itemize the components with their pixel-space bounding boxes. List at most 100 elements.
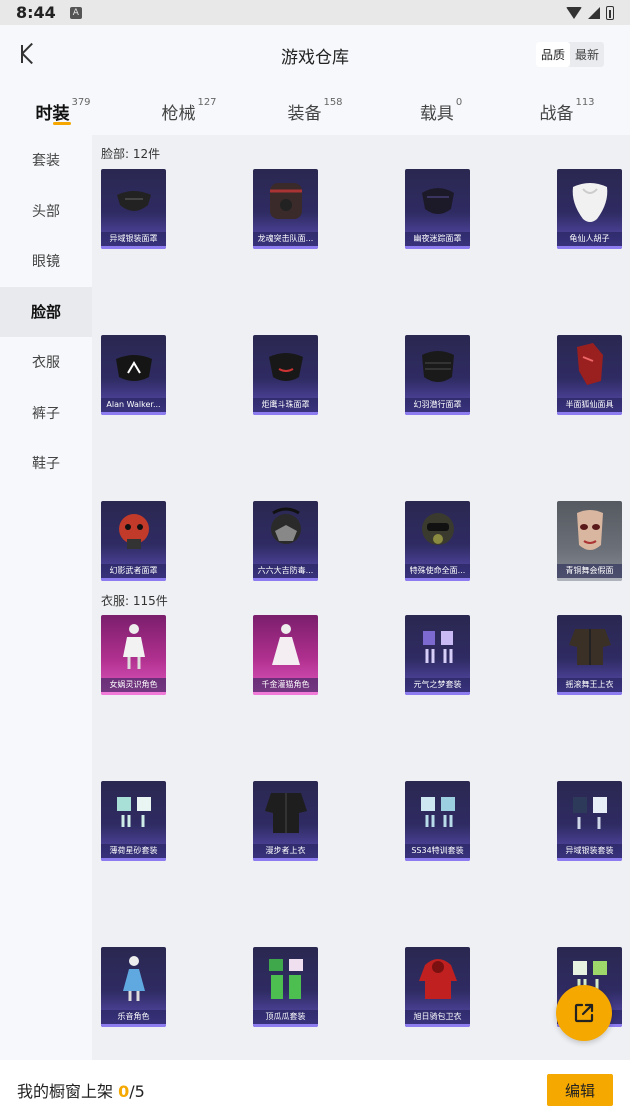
category-tabs: 时装 379 枪械 127 装备 158 载具 0 战备 113 xyxy=(0,85,630,135)
showcase-total-count: 5 xyxy=(134,1082,145,1101)
item-card[interactable]: 摇滚舞王上衣 xyxy=(557,615,622,695)
tab-equipment[interactable]: 装备 158 xyxy=(252,85,378,135)
rarity-edge xyxy=(405,858,470,861)
item-name: 女娲灵识角色 xyxy=(101,678,166,692)
item-card[interactable]: 青铜舞会假面 xyxy=(557,501,622,581)
tab-guns[interactable]: 枪械 127 xyxy=(126,85,252,135)
item-card[interactable]: SS34特训套装 xyxy=(405,781,470,861)
section-title-face: 脸部: 12件 xyxy=(101,147,161,161)
rarity-edge xyxy=(405,578,470,581)
item-card[interactable]: Alan Walker... xyxy=(101,335,166,415)
item-grid: 脸部: 12件 衣服: 115件 异域银装面罩 龙魂突击队面... 幽夜迷踪面罩 龟仙… xyxy=(92,135,630,1060)
rarity-edge xyxy=(101,692,166,695)
white-beard-icon xyxy=(572,183,608,222)
item-name: 旭日骑包卫衣 xyxy=(405,1010,470,1024)
tab-count: 127 xyxy=(197,97,217,108)
sidebar-item-pants[interactable]: 裤子 xyxy=(0,388,92,439)
tab-label: 时装 xyxy=(35,104,70,124)
mint-outfit-icon xyxy=(117,797,151,827)
status-time: 8:44 xyxy=(16,3,56,22)
rarity-edge xyxy=(405,246,470,249)
tab-vehicles[interactable]: 载具 0 xyxy=(378,85,504,135)
wifi-icon xyxy=(566,6,582,19)
item-name: Alan Walker... xyxy=(101,398,166,412)
sort-newest-button[interactable]: 最新 xyxy=(570,42,604,67)
share-button[interactable] xyxy=(556,985,612,1041)
sidebar-item-shoes[interactable]: 鞋子 xyxy=(0,438,92,489)
item-card[interactable]: 炬鹰斗珠面罩 xyxy=(253,335,318,415)
item-name: 六六大吉防毒... xyxy=(253,564,318,578)
sort-quality-button[interactable]: 品质 xyxy=(535,42,570,67)
item-name: 薄荷星砂套装 xyxy=(101,844,166,858)
item-name: 千金灌猫角色 xyxy=(253,678,318,692)
sidebar-item-head[interactable]: 头部 xyxy=(0,186,92,237)
item-card[interactable]: 女娲灵识角色 xyxy=(101,615,166,695)
notification-a-icon: A xyxy=(69,6,82,19)
item-card[interactable]: 异域银装套装 xyxy=(557,781,622,861)
dark-ninja-mask-icon xyxy=(422,188,454,214)
rarity-edge xyxy=(405,692,470,695)
item-card[interactable]: 幻羽潜行面罩 xyxy=(405,335,470,415)
rarity-edge xyxy=(557,692,622,695)
item-card[interactable]: 龟仙人胡子 xyxy=(557,169,622,249)
page-title: 游戏仓库 xyxy=(281,47,349,68)
item-name: 乐音角色 xyxy=(101,1010,166,1024)
red-fox-mask-icon xyxy=(577,343,603,385)
item-name: 漫步者上衣 xyxy=(253,844,318,858)
item-name: 龟仙人胡子 xyxy=(557,232,622,246)
helmet-mask-icon xyxy=(422,513,454,545)
item-name: 特殊使命全面... xyxy=(405,564,470,578)
rarity-edge xyxy=(253,246,318,249)
item-card[interactable]: 顶瓜瓜套装 xyxy=(253,947,318,1027)
item-card[interactable]: 薄荷星砂套装 xyxy=(101,781,166,861)
item-card[interactable]: 旭日骑包卫衣 xyxy=(405,947,470,1027)
gas-mask-icon xyxy=(271,507,301,544)
tab-count: 0 xyxy=(455,97,463,108)
status-bar: 8:44 A xyxy=(0,0,630,25)
item-card[interactable]: 千金灌猫角色 xyxy=(253,615,318,695)
tab-fashion[interactable]: 时装 379 xyxy=(0,85,126,135)
rarity-edge xyxy=(253,1024,318,1027)
item-name: 异域银装面罩 xyxy=(101,232,166,246)
rarity-edge xyxy=(253,692,318,695)
item-card[interactable]: 幻影武者面罩 xyxy=(101,501,166,581)
rarity-edge xyxy=(253,412,318,415)
back-icon[interactable] xyxy=(18,43,40,65)
tab-count: 158 xyxy=(323,97,343,108)
item-name: 炬鹰斗珠面罩 xyxy=(253,398,318,412)
tab-battle-gear[interactable]: 战备 113 xyxy=(504,85,630,135)
item-card[interactable]: 龙魂突击队面... xyxy=(253,169,318,249)
item-name: 幻影武者面罩 xyxy=(101,564,166,578)
sidebar-item-glasses[interactable]: 眼镜 xyxy=(0,236,92,287)
tab-label: 载具 xyxy=(419,104,454,124)
item-card[interactable]: 半面狐仙面具 xyxy=(557,335,622,415)
subcategory-sidebar: 套装 头部 眼镜 脸部 衣服 裤子 鞋子 xyxy=(0,135,92,1060)
masquerade-mask-icon xyxy=(577,510,603,550)
item-card[interactable]: 元气之梦套装 xyxy=(405,615,470,695)
item-name: 幽夜迷踪面罩 xyxy=(405,232,470,246)
black-cloth-mask-icon xyxy=(422,351,454,382)
rarity-edge xyxy=(101,1024,166,1027)
showcase-current-count: 0 xyxy=(118,1082,130,1101)
item-card[interactable]: 乐音角色 xyxy=(101,947,166,1027)
sidebar-item-suit[interactable]: 套装 xyxy=(0,135,92,186)
edit-button[interactable]: 编辑 xyxy=(547,1074,613,1106)
rarity-edge xyxy=(557,578,622,581)
blue-dress-character-icon xyxy=(123,956,145,1001)
white-character-icon xyxy=(123,624,145,669)
item-name: 幻羽潜行面罩 xyxy=(405,398,470,412)
item-card[interactable]: 特殊使命全面... xyxy=(405,501,470,581)
item-card[interactable]: 异域银装面罩 xyxy=(101,169,166,249)
tab-label: 装备 xyxy=(287,104,322,124)
tab-label: 战备 xyxy=(539,104,574,124)
rarity-edge xyxy=(405,412,470,415)
item-card[interactable]: 幽夜迷踪面罩 xyxy=(405,169,470,249)
tab-active-indicator xyxy=(53,122,71,125)
sidebar-item-clothes[interactable]: 衣服 xyxy=(0,337,92,388)
sidebar-item-face[interactable]: 脸部 xyxy=(0,286,92,337)
tab-count: 113 xyxy=(575,97,595,108)
item-card[interactable]: 漫步者上衣 xyxy=(253,781,318,861)
purple-outfit-icon xyxy=(423,631,453,663)
rarity-edge xyxy=(557,412,622,415)
item-card[interactable]: 六六大吉防毒... xyxy=(253,501,318,581)
